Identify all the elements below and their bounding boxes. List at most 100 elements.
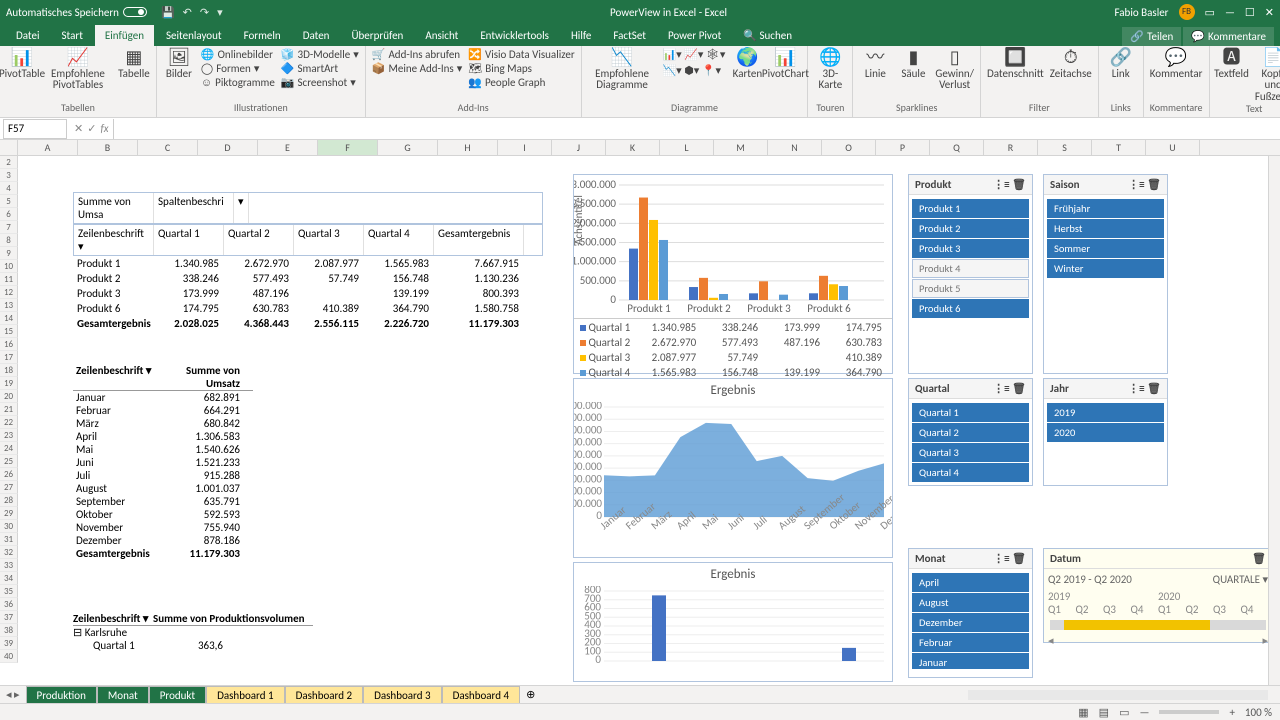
close-icon[interactable]: ✕ (1265, 6, 1274, 19)
svg-text:200.000: 200.000 (574, 497, 602, 510)
autosave-toggle[interactable]: Automatisches Speichern (6, 6, 147, 19)
tab-factset[interactable]: FactSet (603, 25, 656, 46)
tab-start[interactable]: Start (52, 25, 93, 46)
comment-button[interactable]: 💬Kommentar (1150, 48, 1203, 79)
ribbon: 📊PivotTable 📈Empfohlene PivotTables ▦Tab… (0, 46, 1280, 118)
pivotchart-button[interactable]: 📊PivotChart (769, 48, 801, 79)
svg-text:800.000: 800.000 (574, 460, 602, 473)
maps-button[interactable]: 🌍Karten (731, 48, 763, 79)
tab-ansicht[interactable]: Ansicht (415, 25, 468, 46)
slicer-saison[interactable]: Saison⋮≡ 🗑FrühjahrHerbstSommerWinter (1043, 174, 1168, 374)
sparkline-winloss-button[interactable]: ▯Gewinn/ Verlust (935, 48, 974, 91)
chart-monthly-area[interactable]: Ergebnis 0200.000400.000600.000800.0001.… (573, 378, 893, 558)
pictures-button[interactable]: 🖼Bilder (163, 48, 195, 79)
sparkline-line-button[interactable]: 〰Linie (859, 48, 891, 79)
view-layout-icon[interactable]: ▤ (1099, 706, 1109, 719)
title-bar: Automatisches Speichern 💾↶↷▾ PowerView i… (0, 0, 1280, 24)
sheet-tab[interactable]: Produktion (26, 686, 97, 704)
sheet-tab[interactable]: Dashboard 2 (285, 686, 364, 704)
tab-formeln[interactable]: Formeln (234, 25, 291, 46)
tab-hilfe[interactable]: Hilfe (561, 25, 601, 46)
vertical-scrollbar[interactable] (1268, 156, 1280, 698)
cancel-formula-icon[interactable]: ✕ (74, 122, 83, 135)
quick-access-toolbar[interactable]: 💾↶↷▾ (161, 6, 223, 19)
undo-icon: ↶ (183, 6, 192, 19)
get-addins-button[interactable]: 🛒Add-Ins abrufen (372, 48, 463, 61)
save-icon: 💾 (161, 6, 175, 19)
share-button[interactable]: 🔗Teilen (1122, 27, 1181, 46)
svg-text:Produkt 3: Produkt 3 (747, 302, 791, 315)
table-button[interactable]: ▦Tabelle (118, 48, 150, 79)
online-pictures-button[interactable]: 🌐Onlinebilder (201, 48, 275, 61)
minimize-icon[interactable]: — (1225, 6, 1235, 19)
shapes-button[interactable]: ◯Formen ▾ (201, 62, 275, 75)
ribbon-display-icon[interactable]: ▭ (1205, 6, 1215, 19)
3d-map-button[interactable]: 🌐3D- Karte (814, 48, 846, 91)
svg-text:2.500.000: 2.500.000 (574, 197, 616, 210)
name-box[interactable] (3, 119, 67, 139)
sheet-tab[interactable]: Produkt (149, 686, 206, 704)
comments-button[interactable]: 💬Kommentare (1183, 27, 1274, 46)
3d-models-button[interactable]: 🧊3D-Modelle ▾ (281, 48, 359, 61)
slicer-jahr[interactable]: Jahr⋮≡ 🗑20192020 (1043, 378, 1168, 486)
link-button[interactable]: 🔗Link (1105, 48, 1137, 79)
timeline-button[interactable]: ⏱Zeitachse (1050, 48, 1092, 79)
fx-icon[interactable]: fx (100, 122, 108, 135)
textbox-button[interactable]: 🅰Textfeld (1216, 48, 1248, 79)
maximize-icon[interactable]: ☐ (1245, 6, 1255, 19)
icons-button[interactable]: ☺Piktogramme (201, 76, 275, 89)
chart-by-product[interactable]: Achsentitel0500.0001.000.0001.500.0002.0… (573, 174, 893, 374)
header-footer-button[interactable]: 📄Kopf- und Fußzeile (1254, 48, 1280, 103)
pivot-products[interactable]: Summe von UmsaSpaltenbeschri▾ Zeilenbesc… (73, 192, 543, 331)
recommended-charts-button[interactable]: 📉Empfohlene Diagramme (588, 48, 657, 91)
tab-datei[interactable]: Datei (6, 25, 50, 46)
tab-einfuegen[interactable]: Einfügen (95, 25, 154, 46)
svg-text:0: 0 (610, 293, 616, 306)
people-button[interactable]: 👥People Graph (468, 76, 574, 89)
pivot-months[interactable]: Zeilenbeschrift ▾Summe von Umsatz Januar… (73, 364, 253, 560)
formula-bar: ✕ ✓ fx (0, 118, 1280, 140)
slicer-button[interactable]: 🔲Datenschnitt (987, 48, 1044, 79)
worksheet[interactable]: ABCDEFGHIJKLMNOPQRSTU 234567891011121314… (0, 140, 1280, 698)
svg-text:800: 800 (584, 586, 601, 596)
slicer-monat[interactable]: Monat⋮≡ 🗑AprilAugustDezemberFebruarJanua… (908, 548, 1033, 678)
sparkline-column-button[interactable]: ▮Säule (897, 48, 929, 79)
tab-ueberpruefen[interactable]: Überprüfen (341, 25, 413, 46)
zoom-level[interactable]: 100 % (1245, 706, 1272, 719)
view-normal-icon[interactable]: ▦ (1078, 706, 1088, 719)
svg-text:1.400.000: 1.400.000 (574, 423, 602, 436)
svg-text:1.200.000: 1.200.000 (574, 436, 602, 449)
pivot-production[interactable]: Zeilenbeschrift ▾Summe von Produktionsvo… (73, 612, 313, 652)
tab-powerpivot[interactable]: Power Pivot (658, 25, 731, 46)
slicer-produkt[interactable]: Produkt⋮≡ 🗑Produkt 1Produkt 2Produkt 3Pr… (908, 174, 1033, 374)
horizontal-scrollbar[interactable] (968, 690, 1268, 700)
formula-input[interactable] (113, 119, 1280, 139)
svg-text:3.000.000: 3.000.000 (574, 178, 616, 191)
visio-button[interactable]: 🔀Visio Data Visualizer (468, 48, 574, 61)
slicer-quartal[interactable]: Quartal⋮≡ 🗑Quartal 1Quartal 2Quartal 3Qu… (908, 378, 1033, 486)
pivottable-button[interactable]: 📊PivotTable (6, 48, 38, 79)
recommended-pivot-button[interactable]: 📈Empfohlene PivotTables (44, 48, 112, 91)
screenshot-button[interactable]: 📷Screenshot ▾ (281, 76, 359, 89)
search-tab[interactable]: 🔍 Suchen (733, 25, 802, 46)
sheet-tab[interactable]: Dashboard 1 (206, 686, 285, 704)
timeline-datum[interactable]: Datum🗑 Q2 2019 - Q2 2020QUARTALE ▾ 20192… (1043, 548, 1273, 643)
chart-bottom-bar[interactable]: Ergebnis 0100200300400500600700800 (573, 562, 893, 682)
tab-daten[interactable]: Daten (293, 25, 340, 46)
tab-entwicklertools[interactable]: Entwicklertools (470, 25, 559, 46)
sheet-tab[interactable]: Dashboard 3 (363, 686, 442, 704)
zoom-slider[interactable] (1159, 710, 1219, 714)
tab-seitenlayout[interactable]: Seitenlayout (156, 25, 232, 46)
enter-formula-icon[interactable]: ✓ (87, 122, 96, 135)
svg-text:1.500.000: 1.500.000 (574, 236, 616, 249)
bing-button[interactable]: 🗺Bing Maps (468, 62, 574, 75)
view-pagebreak-icon[interactable]: ▭ (1119, 706, 1129, 719)
sheet-tab[interactable]: Dashboard 4 (442, 686, 521, 704)
sheet-tab[interactable]: Monat (97, 686, 149, 704)
smartart-button[interactable]: 🔷SmartArt (281, 62, 359, 75)
my-addins-button[interactable]: 📦Meine Add-Ins ▾ (372, 62, 463, 75)
user-avatar[interactable]: FB (1179, 4, 1195, 20)
add-sheet-button[interactable]: ⊕ (520, 688, 541, 701)
sheet-nav[interactable]: ◂ ▸ (0, 688, 26, 701)
window-title: PowerView in Excel - Excel (223, 6, 1115, 19)
